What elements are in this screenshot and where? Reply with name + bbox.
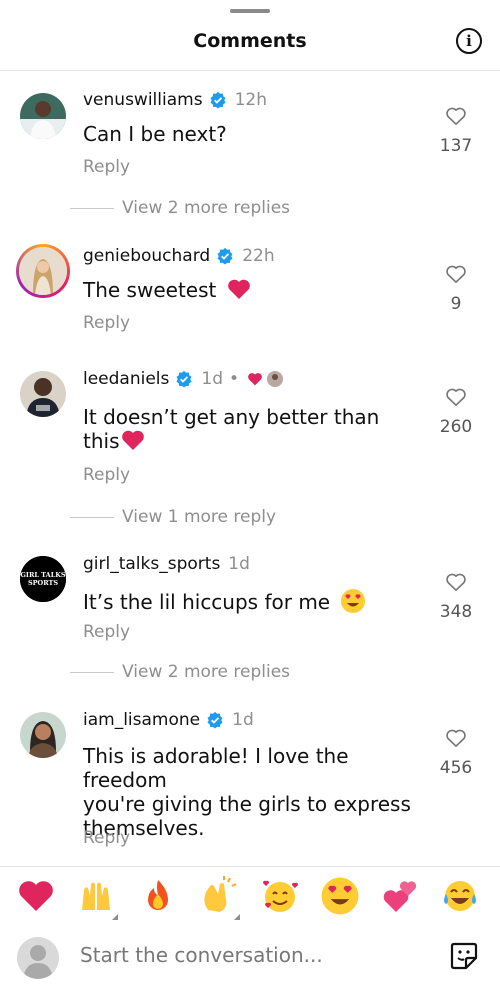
avatar-story-ring[interactable] <box>16 244 70 298</box>
username[interactable]: girl_talks_sports <box>83 554 220 574</box>
reply-button[interactable]: Reply <box>83 828 130 848</box>
comment-text-content: this <box>83 429 120 453</box>
verified-badge-icon <box>210 91 226 109</box>
comment-input[interactable]: Start the conversation... <box>80 943 323 967</box>
username[interactable]: venuswilliams <box>83 90 203 110</box>
sticker-icon[interactable] <box>450 942 478 970</box>
verified-badge-icon <box>176 370 192 388</box>
avatar[interactable] <box>20 371 66 417</box>
creator-liked-heart-icon <box>248 373 262 386</box>
reply-button[interactable]: Reply <box>83 622 130 642</box>
skin-tone-indicator <box>234 914 240 920</box>
heart-outline-icon[interactable] <box>445 264 467 284</box>
current-user-avatar <box>17 937 59 979</box>
username-row: leedaniels 1d • <box>83 369 284 389</box>
view-more-label: View 2 more replies <box>122 662 291 682</box>
red-heart-emoji-icon[interactable] <box>16 876 60 920</box>
timestamp: 22h <box>242 246 275 266</box>
view-more-replies[interactable]: View 2 more replies <box>70 198 290 218</box>
clapping-hands-emoji-icon[interactable] <box>198 876 242 920</box>
comment-composer: Start the conversation... <box>0 932 500 992</box>
creator-avatar-icon <box>267 371 284 387</box>
header-divider <box>0 70 500 71</box>
verified-badge-icon <box>217 247 233 265</box>
view-more-replies[interactable]: View 1 more reply <box>70 507 276 527</box>
heart-outline-icon[interactable] <box>445 387 467 407</box>
username-row: iam_lisamone 1d <box>83 710 254 730</box>
dot-separator: • <box>229 369 240 389</box>
emoji-quick-bar <box>0 876 500 926</box>
page-title: Comments <box>193 30 307 52</box>
username-row: girl_talks_sports 1d <box>83 554 250 574</box>
avatar[interactable]: GIRL TALKS SPORTS <box>20 556 66 602</box>
divider-line <box>70 207 114 209</box>
info-icon[interactable]: i <box>456 28 482 54</box>
like-group: 456 <box>436 728 476 778</box>
comment-text-line: this <box>83 429 433 453</box>
username[interactable]: geniebouchard <box>83 246 210 266</box>
comment-text: It’s the lil hiccups for me <box>83 588 433 614</box>
heart-eyes-emoji-icon <box>341 589 366 613</box>
comment-text-line: It doesn’t get any better than <box>83 405 380 429</box>
comment-text-line: you're giving the girls to express <box>83 792 411 816</box>
drag-handle[interactable] <box>230 9 270 13</box>
username[interactable]: iam_lisamone <box>83 710 200 730</box>
header: Comments i <box>0 24 500 64</box>
heart-outline-icon[interactable] <box>445 106 467 126</box>
composer-divider <box>0 866 500 867</box>
heart-outline-icon[interactable] <box>445 728 467 748</box>
comment-text-content: It’s the lil hiccups for me <box>83 590 331 614</box>
fire-emoji-icon[interactable] <box>138 876 182 920</box>
red-heart-emoji-icon <box>121 430 144 450</box>
reply-button[interactable]: Reply <box>83 465 130 485</box>
avatar[interactable] <box>20 93 66 139</box>
username-row: geniebouchard 22h <box>83 246 275 266</box>
divider-line <box>70 516 114 518</box>
skin-tone-indicator <box>112 914 118 920</box>
view-more-label: View 2 more replies <box>122 198 291 218</box>
timestamp: 1d <box>232 710 254 730</box>
username[interactable]: leedaniels <box>83 369 169 389</box>
like-count: 348 <box>439 602 473 622</box>
tears-of-joy-emoji-icon[interactable] <box>440 876 484 920</box>
like-group: 9 <box>436 264 476 314</box>
verified-badge-icon <box>207 711 223 729</box>
like-count: 137 <box>439 136 473 156</box>
reply-button[interactable]: Reply <box>83 313 130 333</box>
comment-text: The sweetest <box>83 278 433 302</box>
avatar[interactable] <box>20 712 66 758</box>
comment-text: This is adorable! I love the freedom you… <box>83 744 433 840</box>
like-group: 260 <box>436 387 476 437</box>
comment-text-line: themselves. <box>83 816 205 840</box>
two-hearts-emoji-icon[interactable] <box>380 876 424 920</box>
like-group: 348 <box>436 572 476 622</box>
avatar-text: GIRL TALKS <box>20 571 66 579</box>
heart-eyes-emoji-icon[interactable] <box>320 876 364 920</box>
timestamp: 12h <box>234 90 267 110</box>
red-heart-emoji-icon <box>227 279 250 299</box>
like-count: 456 <box>439 758 473 778</box>
timestamp: 1d <box>201 369 223 389</box>
heart-outline-icon[interactable] <box>445 572 467 592</box>
smiling-face-with-hearts-emoji-icon[interactable] <box>260 876 304 920</box>
comment-text: It doesn’t get any better than this <box>83 405 433 453</box>
username-row: venuswilliams 12h <box>83 90 267 110</box>
comment-text: Can I be next? <box>83 122 227 146</box>
comment-text-content: The sweetest <box>83 278 217 302</box>
like-count: 9 <box>450 294 462 314</box>
avatar-text: SPORTS <box>28 579 58 587</box>
reply-button[interactable]: Reply <box>83 157 130 177</box>
raising-hands-emoji-icon[interactable] <box>76 876 120 920</box>
divider-line <box>70 671 114 673</box>
like-count: 260 <box>439 417 473 437</box>
avatar <box>19 247 67 295</box>
view-more-replies[interactable]: View 2 more replies <box>70 662 290 682</box>
timestamp: 1d <box>228 554 250 574</box>
like-group: 137 <box>436 106 476 156</box>
comment-text-line: This is adorable! I love the freedom <box>83 744 349 792</box>
view-more-label: View 1 more reply <box>122 507 277 527</box>
